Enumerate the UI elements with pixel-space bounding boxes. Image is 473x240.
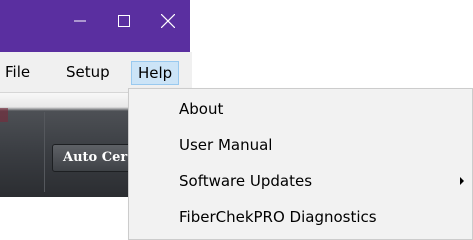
menu-item-user-manual[interactable]: User Manual xyxy=(129,127,472,163)
maximize-icon xyxy=(118,15,130,27)
menu-item-label: User Manual xyxy=(179,136,273,154)
minimize-button[interactable] xyxy=(58,6,102,36)
menu-item-label: Software Updates xyxy=(179,172,313,190)
menu-bar: File Setup Help xyxy=(0,52,192,93)
menu-item-about[interactable]: About xyxy=(129,91,472,127)
menu-item-label: FiberChekPRO Diagnostics xyxy=(179,208,377,226)
minimize-icon xyxy=(74,20,86,22)
toolbar-separator xyxy=(44,112,45,192)
menu-item-software-updates[interactable]: Software Updates xyxy=(129,163,472,199)
maximize-button[interactable] xyxy=(102,6,146,36)
menu-file[interactable]: File xyxy=(0,60,35,84)
menu-item-fiberchekpro-diagnostics[interactable]: FiberChekPRO Diagnostics xyxy=(129,199,472,235)
toolbar-accent xyxy=(0,108,8,122)
submenu-arrow-icon xyxy=(460,177,464,185)
help-dropdown-menu: About User Manual Software Updates Fiber… xyxy=(128,88,473,240)
close-icon xyxy=(161,14,175,28)
close-button[interactable] xyxy=(146,6,190,36)
menu-help[interactable]: Help xyxy=(131,61,180,85)
menu-setup[interactable]: Setup xyxy=(61,60,115,84)
title-bar xyxy=(0,0,190,52)
menu-item-label: About xyxy=(179,100,224,118)
